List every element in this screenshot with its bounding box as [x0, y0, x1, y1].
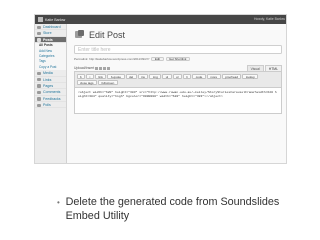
add-video-icon[interactable] [99, 66, 103, 70]
submenu-label: Copy a Post [39, 64, 57, 69]
sidebar-item-label: Store [43, 31, 52, 36]
quicktag-li[interactable]: li [182, 73, 192, 79]
quicktag-ins[interactable]: ins [137, 73, 149, 79]
add-image-icon[interactable] [95, 66, 99, 70]
pushpin-icon [75, 30, 84, 38]
sidebar-item-label: Posts [43, 37, 53, 42]
sidebar-item-label: Links [43, 77, 52, 82]
site-name[interactable]: Katie Barlow [45, 18, 65, 22]
upload-insert-label: Upload/Insert [74, 66, 95, 70]
store-icon [37, 31, 41, 36]
feedbacks-icon [37, 97, 41, 101]
sidebar: Dashboard Store Posts All Posts Add New … [35, 24, 67, 163]
permalink-url[interactable]: http://katiebarlow.wordpress.com/2011/09… [89, 57, 149, 61]
links-icon [37, 78, 41, 82]
quicktag-b-quote[interactable]: b-quote [107, 73, 125, 79]
post-title-input[interactable]: Enter title here [74, 45, 282, 54]
sidebar-menu: Dashboard Store Posts All Posts Add New … [35, 24, 66, 109]
sidebar-item-label: Feedbacks [43, 96, 61, 101]
sidebar-item-label: Pages [43, 83, 54, 88]
quicktags-toolbar: b i link b-quote del ins img ul ol li co… [74, 71, 282, 88]
permalink-label: Permalink: [74, 57, 89, 61]
quicktag-fullscreen[interactable]: fullscreen [98, 80, 118, 85]
polls-icon [37, 103, 41, 107]
sidebar-item-polls[interactable]: Polls [35, 102, 66, 109]
sidebar-item-label: Dashboard [43, 25, 61, 29]
quicktag-i[interactable]: i [86, 73, 94, 79]
dashboard-icon [37, 25, 41, 29]
bullet-marker: • [57, 198, 60, 207]
quicktag-proofread[interactable]: proofread [221, 73, 242, 79]
get-shortlink-button[interactable]: Get Shortlink [165, 56, 190, 62]
submenu-label: Add New [39, 48, 52, 53]
quicktag-img[interactable]: img [149, 73, 162, 79]
comments-icon [37, 90, 41, 95]
permalink-row: Permalink: http://katiebarlow.wordpress.… [74, 56, 282, 62]
howdy-text: Howdy, Katie Barlow [253, 17, 285, 21]
quicktag-close-tags[interactable]: close tags [76, 80, 98, 85]
quicktag-ul[interactable]: ul [162, 73, 172, 79]
main-content: Edit Post Enter title here Permalink: ht… [68, 24, 286, 163]
site-icon [38, 17, 43, 22]
edit-permalink-button[interactable]: Edit [151, 56, 164, 62]
admin-bar-user[interactable]: Howdy, Katie Barlow [254, 17, 285, 21]
page-header: Edit Post [74, 28, 282, 42]
sidebar-item-label: Comments [43, 90, 61, 95]
quicktag-lookup[interactable]: lookup [242, 73, 259, 79]
posts-icon [37, 38, 41, 42]
add-media-icon[interactable] [107, 66, 111, 70]
submenu-label: Tags [39, 59, 46, 64]
quicktag-more[interactable]: more [206, 73, 221, 79]
quicktag-del[interactable]: del [125, 73, 137, 79]
page-title: Edit Post [89, 30, 126, 40]
quicktag-ol[interactable]: ol [172, 73, 182, 79]
quicktag-code[interactable]: code [192, 73, 206, 79]
submenu-label: Categories [39, 53, 55, 58]
editor-tabs: Visual HTML [246, 65, 282, 71]
pages-icon [37, 84, 41, 88]
media-icon [37, 71, 41, 76]
tab-html[interactable]: HTML [264, 65, 282, 71]
submenu-label: All Posts [39, 43, 53, 48]
sidebar-item-label: Media [43, 71, 53, 76]
slide-bullet: • Delete the generated code from Soundsl… [57, 196, 307, 223]
bullet-text: Delete the generated code from Soundslid… [65, 196, 280, 222]
add-audio-icon[interactable] [103, 66, 107, 70]
editor-screenshot: Katie Barlow Howdy, Katie Barlow Dashboa… [34, 14, 287, 164]
admin-bar: Katie Barlow Howdy, Katie Barlow [35, 15, 286, 24]
quicktag-link[interactable]: link [94, 73, 107, 79]
tab-visual[interactable]: Visual [246, 65, 264, 71]
sidebar-item-label: Polls [43, 103, 51, 108]
html-editor-textarea[interactable]: <object width="620" height="383" src="ht… [74, 87, 282, 114]
quicktag-b[interactable]: b [76, 73, 86, 79]
